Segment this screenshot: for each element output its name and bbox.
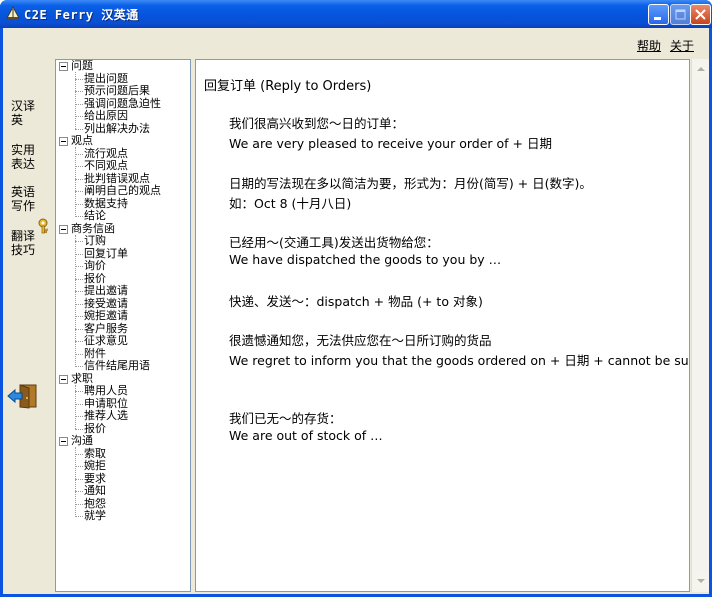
client-area: 帮助 关于 汉译 英 实用 表达 英语 写作 翻译 技巧 问题 提出问题 预示问… [3,28,709,594]
content-line: We are out of stock of … [229,428,383,443]
exit-door-icon[interactable] [7,383,39,409]
content-line: We have dispatched the goods to you by … [229,252,502,267]
help-link[interactable]: 帮助 [637,37,661,54]
nav-item-label: 技巧 [11,243,36,257]
nav-item-label: 表达 [11,157,36,171]
tree-connector [75,266,83,267]
nav-item-label: 实用 [11,143,36,157]
tree-connector [75,178,83,180]
tree-connector [75,328,83,330]
tree-connector [75,303,83,305]
tree-connector [75,466,83,467]
nav-item-practical-expressions[interactable]: 实用 表达 [11,143,51,171]
tree-connector [75,116,83,117]
tree-connector [75,203,83,205]
tree-connector [75,153,83,155]
tree-connector [75,291,83,292]
topic-tree: 问题 提出问题 预示问题后果 强调问题急迫性 给出原因 列出解决办法 观点 流行观点 不同观点批… [55,59,191,592]
tree-connector [75,253,83,255]
collapse-toggle-icon[interactable] [59,374,68,384]
content-line: 很遗憾通知您，无法供应您在～日所订购的货品 [229,333,492,348]
tree-connector [75,447,76,517]
content-title: 回复订单 (Reply to Orders) [204,79,372,94]
collapse-toggle-icon[interactable] [59,224,68,234]
content-line: We regret to inform you that the goods o… [229,353,690,368]
tree-connector [75,428,83,430]
content-line: 我们很高兴收到您～日的订单： [229,116,405,131]
tree-item[interactable]: 信件结尾用语 [84,360,150,373]
tree-connector [75,241,83,242]
app-window: C2E Ferry 汉英通 帮助 关于 汉译 英 实用 表达 英语 写作 翻译 … [0,0,712,597]
tree-connector [75,491,83,492]
nav-item-label: 写作 [11,199,36,213]
minimize-icon [654,17,661,20]
collapse-toggle-icon[interactable] [59,62,68,71]
tree-connector [75,72,76,129]
tree-connector [75,128,83,130]
nav-item-translation-tips[interactable]: 翻译 技巧 [11,229,51,257]
tree-item[interactable]: 列出解决办法 [84,122,150,136]
tree-connector [75,453,83,455]
tree-category-label: 问题 [71,59,93,72]
collapse-toggle-icon[interactable] [59,437,68,446]
tree-connector [75,403,83,405]
vertical-scrollbar[interactable] [691,59,709,592]
tree-category-label: 求职 [71,371,93,385]
ferry-logo-icon [6,6,20,19]
maximize-button[interactable] [670,4,691,25]
tree-category[interactable]: 沟通 [58,435,188,448]
collapse-toggle-icon[interactable] [59,137,68,146]
content-line: 我们已无～的存货： [229,411,342,426]
content-line: 日期的写法现在多以简洁为要，形式为：月份(简写) + 日(数字)。 [229,176,592,191]
content-line: We are very pleased to receive your orde… [229,136,552,151]
tree-connector [75,353,83,355]
tree-connector [75,416,83,417]
tree-connector [75,78,83,80]
tree-connector [75,216,83,217]
tree-connector [75,516,83,517]
content-line: 快递、发送～：dispatch + 物品 (+ to 对象) [229,294,483,309]
content-panel: 回复订单 (Reply to Orders) 我们很高兴收到您～日的订单： We… [195,59,690,592]
tree-connector [75,278,83,280]
nav-item-label: 英语 [11,185,36,199]
tree-connector [75,166,83,167]
about-link[interactable]: 关于 [670,37,694,54]
window-title: C2E Ferry 汉英通 [24,8,139,22]
tree-connector [75,341,83,342]
close-button[interactable] [690,4,711,25]
tree-connector [75,103,83,105]
tree-category-label: 观点 [71,134,93,147]
tree-category-label: 沟通 [71,434,93,447]
maximize-icon [675,9,686,20]
tree-item[interactable]: 就学 [84,510,106,523]
tree-category[interactable]: 商务信函 [58,221,188,236]
tree-connector [75,503,83,505]
content-line: 已经用～(交通工具)发送出货物给您： [229,235,439,250]
tree-connector [75,91,83,92]
nav-item-label: 英 [11,113,24,127]
title-bar[interactable]: C2E Ferry 汉英通 [0,0,712,28]
left-nav: 汉译 英 实用 表达 英语 写作 翻译 技巧 [3,58,54,594]
close-icon [695,9,706,20]
tree-connector [75,391,83,392]
scroll-down-arrow-icon[interactable] [693,573,709,589]
tree-category-label: 商务信函 [71,221,115,235]
tree-connector [75,316,83,317]
nav-item-label: 汉译 [11,99,36,113]
minimize-button[interactable] [648,4,669,25]
tree-connector [75,191,83,192]
menu-bar: 帮助 关于 [3,28,709,58]
scroll-up-arrow-icon[interactable] [693,61,709,77]
content-line: 如：Oct 8 (十月八日) [229,196,352,211]
nav-item-chinese-to-english[interactable]: 汉译 英 [11,99,51,127]
nav-item-english-writing[interactable]: 英语 写作 [11,185,51,213]
tree-connector [75,478,83,480]
nav-item-label: 翻译 [11,229,36,243]
tree-connector [75,147,76,217]
tree-connector [75,366,83,367]
